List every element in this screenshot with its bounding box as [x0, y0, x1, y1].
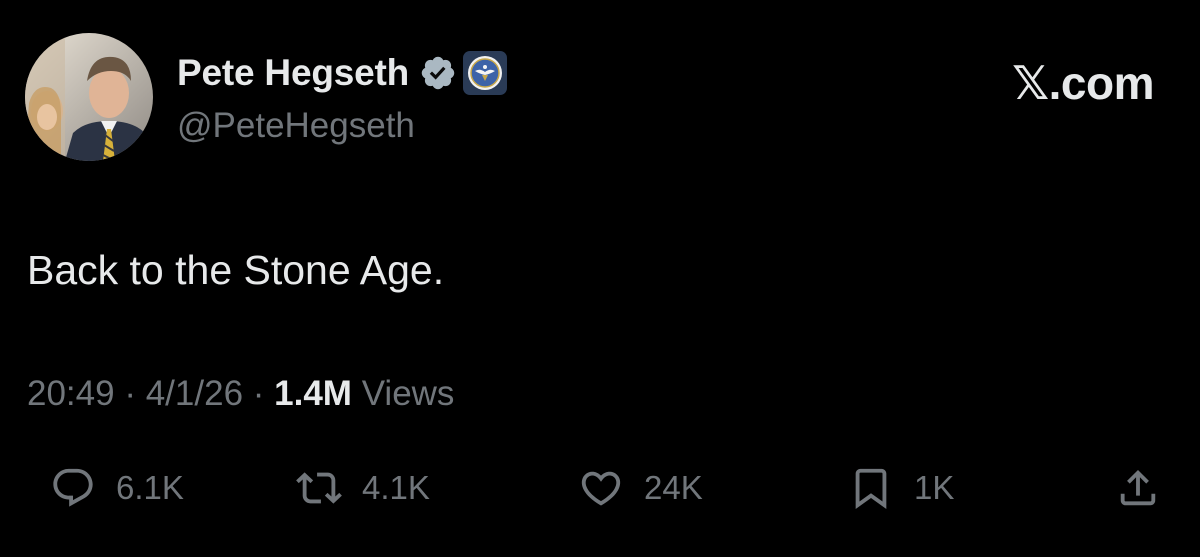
tweet-text: Back to the Stone Age. [27, 247, 445, 293]
heart-icon [581, 471, 621, 506]
like-button[interactable]: 24K [578, 462, 703, 514]
avatar-photo [25, 33, 153, 161]
reply-icon [53, 468, 93, 507]
department-seal-icon[interactable] [463, 51, 508, 95]
views-count: 1.4M [274, 374, 352, 413]
author-name-row: Pete Hegseth [177, 50, 508, 96]
bookmark-icon [855, 468, 887, 509]
reply-button[interactable]: 6.1K [50, 462, 184, 514]
tweet-date[interactable]: 4/1/26 [146, 374, 243, 413]
bookmark-button[interactable]: 1K [848, 462, 954, 514]
meta-separator: · [124, 374, 136, 413]
views-label: Views [361, 374, 455, 413]
retweet-icon [296, 472, 342, 504]
author-display-name[interactable]: Pete Hegseth [177, 52, 409, 94]
retweet-button[interactable]: 4.1K [296, 462, 430, 514]
tweet-actions: 6.1K 4.1K 24K 1K [0, 462, 1200, 514]
x-brand-logo: 𝕏.com [1012, 57, 1154, 109]
tweet-meta: 20:49 · 4/1/26 · 1.4M Views [27, 374, 454, 414]
reply-count: 6.1K [116, 469, 184, 506]
meta-separator: · [252, 374, 265, 413]
share-icon [1120, 469, 1156, 506]
like-count: 24K [644, 469, 703, 506]
verified-badge-icon[interactable] [419, 54, 457, 92]
tweet-time[interactable]: 20:49 [27, 374, 115, 413]
author-handle[interactable]: @PeteHegseth [177, 106, 415, 146]
retweet-count: 4.1K [362, 469, 430, 506]
bookmark-count: 1K [914, 469, 955, 506]
seal-emblem [468, 56, 503, 90]
share-button[interactable] [1115, 462, 1161, 514]
avatar[interactable] [25, 33, 153, 161]
